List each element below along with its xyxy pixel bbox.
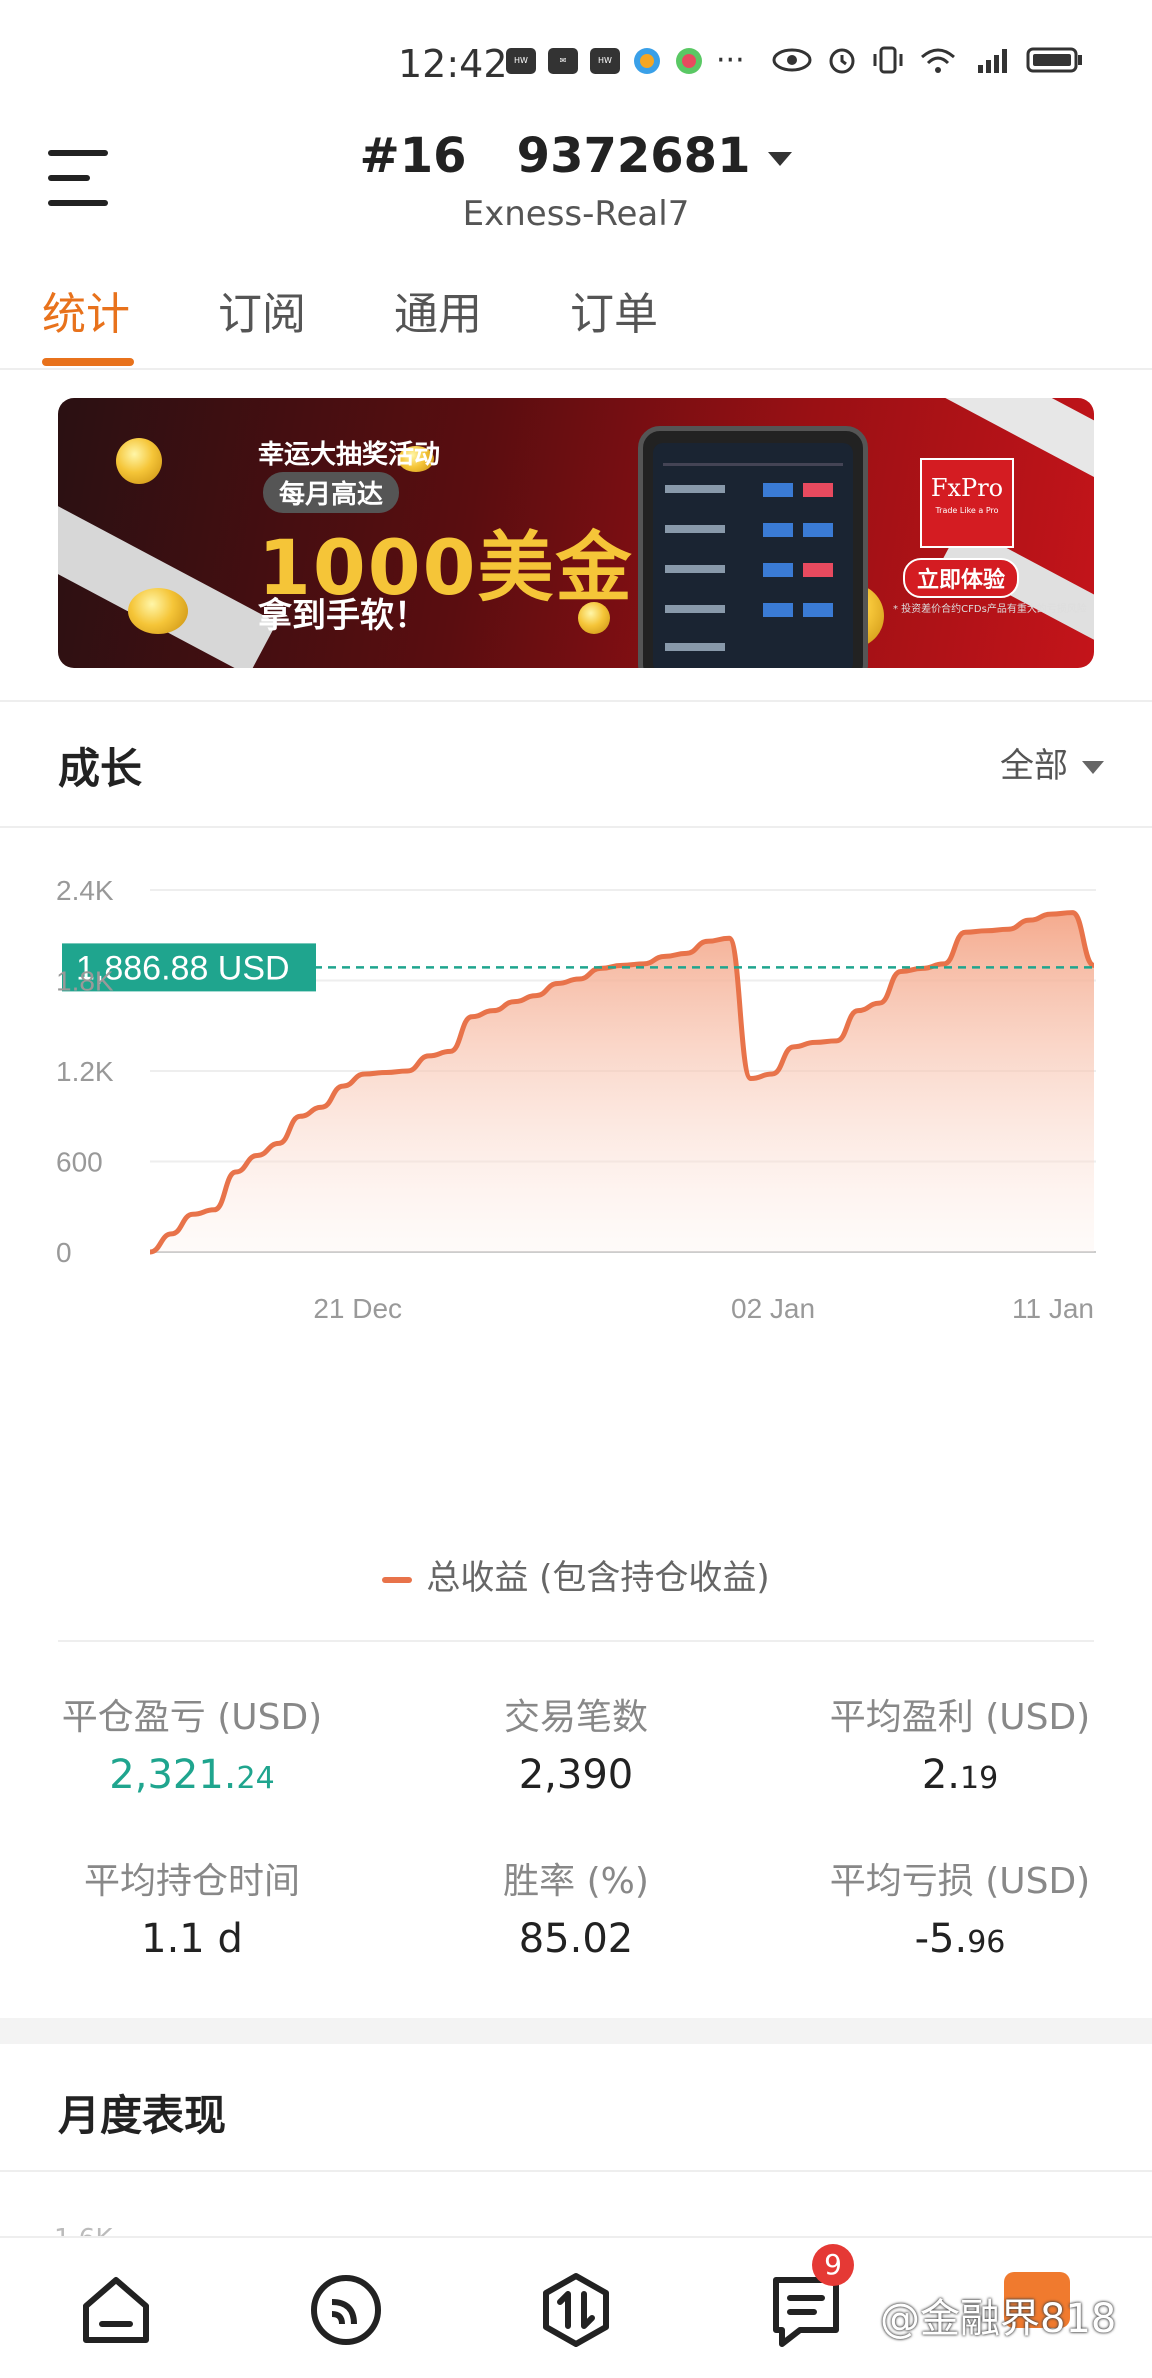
gold-coin-icon xyxy=(116,438,162,484)
account-server: Exness-Real7 xyxy=(462,194,690,234)
app-icon xyxy=(676,48,702,74)
vibrate-icon xyxy=(873,46,903,74)
section-gap xyxy=(0,2018,1152,2044)
tab-statistics[interactable]: 统计 xyxy=(42,278,130,342)
section-divider xyxy=(0,826,1152,828)
stat-value-trades: 2,390 xyxy=(518,1752,634,1798)
fxpro-tagline: Trade Like a Pro xyxy=(935,506,999,515)
y-tick-label: 600 xyxy=(56,1147,103,1178)
stat-label-avg-profit: 平均盈利 (USD) xyxy=(829,1697,1091,1738)
tab-bar: 统计 订阅 通用 订单 xyxy=(0,278,1152,370)
y-tick-label: 2.4K xyxy=(56,875,114,906)
y-tick-label: 1.8K xyxy=(56,966,114,997)
stat-label-win-rate: 胜率 (%) xyxy=(503,1861,649,1902)
fxpro-logo-text: FxPro xyxy=(930,474,1004,502)
status-system-icons xyxy=(772,44,1084,76)
signal-5g-icon xyxy=(978,49,1007,73)
fxpro-logo: FxPro Trade Like a Pro xyxy=(920,458,1014,548)
range-selector-label: 全部 xyxy=(1000,746,1068,786)
section-divider xyxy=(0,2170,1152,2172)
x-tick-label: 11 Jan xyxy=(1012,1293,1094,1324)
huawei-app-icon: HW xyxy=(590,48,620,74)
x-tick-label: 21 Dec xyxy=(313,1293,402,1324)
alarm-icon xyxy=(829,48,855,74)
account-selector[interactable]: #16 9372681 xyxy=(0,128,1152,184)
legend-label: 总收益 (包含持仓收益) xyxy=(426,1558,770,1598)
banner-tagline: 拿到手软！ xyxy=(258,596,428,636)
active-tab-indicator xyxy=(42,358,134,366)
banner-stripe xyxy=(58,500,277,668)
x-tick-label: 02 Jan xyxy=(731,1293,815,1324)
stat-label-closed-pnl: 平仓盈亏 (USD) xyxy=(61,1697,323,1738)
chevron-down-icon xyxy=(1082,761,1104,774)
banner-disclaimer: * 投资差价合约CFDs产品有重大的亏损风险 xyxy=(893,604,1087,615)
more-dots-icon: ··· xyxy=(716,43,745,78)
tab-general[interactable]: 通用 xyxy=(394,278,482,342)
stat-label-trades: 交易笔数 xyxy=(503,1697,648,1738)
range-selector[interactable]: 全部 xyxy=(1000,738,1104,787)
quotes-list-image xyxy=(663,463,843,651)
gold-coin-icon xyxy=(128,588,188,634)
chevron-down-icon xyxy=(768,152,793,166)
chart-legend: 总收益 (包含持仓收益) xyxy=(0,1550,1152,1599)
legend-swatch xyxy=(382,1576,413,1583)
section-divider xyxy=(0,700,1152,702)
account-number: #16 9372681 xyxy=(359,128,751,184)
section-divider xyxy=(58,1640,1094,1642)
eye-icon xyxy=(772,48,812,72)
trade-icon[interactable] xyxy=(534,2268,618,2352)
stat-value-win-rate: 85.02 xyxy=(518,1916,634,1962)
status-time: 12:42 xyxy=(398,42,508,86)
phone-image xyxy=(638,426,868,668)
stat-value-avg-profit: 2.19 xyxy=(921,1752,999,1798)
signals-icon[interactable] xyxy=(304,2268,388,2352)
phone-screen xyxy=(653,443,853,668)
app-icon xyxy=(634,48,660,74)
growth-chart[interactable]: 1,886.88 USD 2.4K1.8K1.2K600021 Dec 02 Ja… xyxy=(0,830,1152,1530)
wifi-icon xyxy=(921,48,955,73)
messages-badge: 9 xyxy=(812,2244,854,2286)
promo-banner[interactable]: 幸运大抽奖活动 每月高达 1000美金 拿到手软！ FxPro Trade Li… xyxy=(58,398,1094,668)
status-notification-icons: HW ✉ HW ··· xyxy=(506,46,745,76)
banner-headline: 幸运大抽奖活动 xyxy=(258,440,441,470)
y-tick-label: 0 xyxy=(56,1237,72,1268)
tab-subscriptions[interactable]: 订阅 xyxy=(218,278,306,342)
home-icon[interactable] xyxy=(74,2268,158,2352)
growth-title: 成长 xyxy=(58,744,143,793)
stat-value-closed-pnl: 2,321.24 xyxy=(109,1752,275,1798)
mail-icon: ✉ xyxy=(548,48,578,74)
stat-value-avg-hold-time: 1.1 d xyxy=(141,1916,243,1962)
banner-cta-button[interactable]: 立即体验 xyxy=(903,558,1020,598)
y-tick-label: 1.2K xyxy=(56,1056,114,1087)
watermark: @金融界818 xyxy=(880,2296,1117,2342)
monthly-title: 月度表现 xyxy=(58,2091,227,2140)
stat-label-avg-hold-time: 平均持仓时间 xyxy=(83,1861,300,1902)
stat-label-avg-loss: 平均亏损 (USD) xyxy=(829,1861,1091,1902)
tab-orders[interactable]: 订单 xyxy=(570,278,658,342)
battery-icon xyxy=(1026,47,1082,73)
stat-value-avg-loss: -5.96 xyxy=(914,1916,1006,1962)
huawei-app-icon: HW xyxy=(506,48,536,74)
